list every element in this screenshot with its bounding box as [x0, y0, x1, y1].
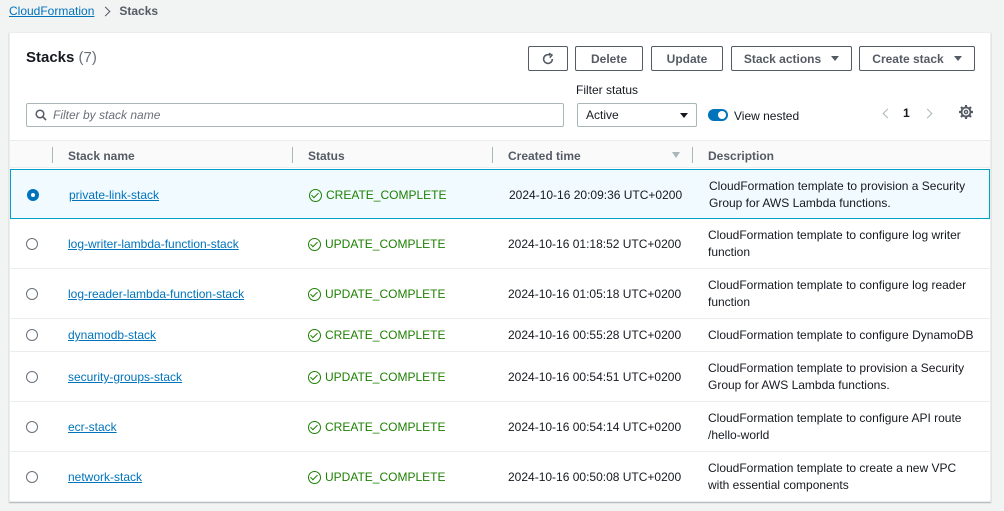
delete-button[interactable]: Delete	[575, 46, 643, 71]
column-divider	[52, 147, 53, 163]
table-row[interactable]: private-link-stack CREATE_COMPLETE 2024-…	[10, 169, 990, 219]
status-text: CREATE_COMPLETE	[325, 328, 446, 342]
check-circle-icon	[308, 420, 321, 434]
created-time: 2024-10-16 00:50:08 UTC+0200	[508, 470, 682, 484]
stack-name-link[interactable]: ecr-stack	[68, 420, 117, 434]
row-radio[interactable]	[26, 238, 38, 250]
status-cell: CREATE_COMPLETE	[308, 420, 445, 434]
table-row[interactable]: ecr-stack CREATE_COMPLETE 2024-10-16 00:…	[10, 402, 990, 452]
refresh-icon	[542, 52, 554, 64]
check-circle-icon	[308, 370, 321, 384]
row-radio[interactable]	[26, 471, 38, 483]
created-time: 2024-10-16 01:05:18 UTC+0200	[508, 287, 682, 301]
stack-name-link[interactable]: security-groups-stack	[68, 370, 182, 384]
created-time: 2024-10-16 20:09:36 UTC+0200	[509, 188, 683, 202]
row-radio[interactable]	[26, 288, 38, 300]
breadcrumb: CloudFormation Stacks	[9, 4, 158, 18]
stack-actions-button[interactable]: Stack actions	[731, 46, 852, 71]
table-row[interactable]: dynamodb-stack CREATE_COMPLETE 2024-10-1…	[10, 319, 990, 352]
description: CloudFormation template to configure API…	[708, 411, 962, 442]
created-time: 2024-10-16 00:54:14 UTC+0200	[508, 420, 682, 434]
check-circle-icon	[308, 237, 321, 251]
description: CloudFormation template to configure log…	[708, 228, 961, 259]
status-cell: CREATE_COMPLETE	[308, 328, 445, 342]
row-radio[interactable]	[26, 371, 38, 383]
current-page[interactable]: 1	[903, 106, 910, 120]
create-stack-label: Create stack	[872, 51, 944, 66]
column-divider[interactable]	[292, 147, 293, 163]
row-radio[interactable]	[26, 421, 38, 433]
caret-down-icon	[831, 56, 840, 61]
stack-name-link[interactable]: log-writer-lambda-function-stack	[68, 237, 239, 251]
status-text: UPDATE_COMPLETE	[325, 470, 446, 484]
row-radio[interactable]	[26, 329, 38, 341]
column-divider[interactable]	[692, 147, 693, 163]
created-time: 2024-10-16 00:55:28 UTC+0200	[508, 328, 682, 342]
column-header-description[interactable]: Description	[708, 149, 774, 163]
search-input[interactable]	[53, 108, 553, 122]
stack-actions-label: Stack actions	[743, 51, 822, 66]
view-nested-label: View nested	[734, 109, 800, 123]
next-page-icon[interactable]	[922, 108, 933, 118]
status-text: CREATE_COMPLETE	[325, 420, 446, 434]
refresh-button[interactable]	[528, 46, 568, 71]
table-row[interactable]: log-reader-lambda-function-stack UPDATE_…	[10, 269, 990, 319]
stack-name-link[interactable]: dynamodb-stack	[68, 328, 156, 342]
description: CloudFormation template to create a new …	[708, 461, 957, 492]
check-circle-icon	[309, 188, 322, 202]
filter-status-select[interactable]: Active	[577, 103, 697, 127]
gear-icon[interactable]	[958, 104, 974, 120]
update-button[interactable]: Update	[651, 46, 723, 71]
panel-title: Stacks (7)	[26, 49, 97, 66]
check-circle-icon	[308, 470, 321, 484]
check-circle-icon	[308, 328, 321, 342]
caret-down-icon	[680, 112, 688, 118]
check-circle-icon	[308, 287, 321, 301]
stack-count: (7)	[78, 49, 97, 66]
status-text: UPDATE_COMPLETE	[325, 287, 446, 301]
caret-down-icon	[953, 56, 962, 61]
sort-descending-icon[interactable]	[672, 152, 680, 158]
status-cell: UPDATE_COMPLETE	[308, 470, 445, 484]
stack-name-link[interactable]: log-reader-lambda-function-stack	[68, 287, 244, 301]
stack-name-link[interactable]: private-link-stack	[69, 188, 159, 202]
pagination: 1	[880, 103, 933, 123]
status-cell: UPDATE_COMPLETE	[308, 237, 445, 251]
status-cell: UPDATE_COMPLETE	[308, 370, 445, 384]
table-row[interactable]: security-groups-stack UPDATE_COMPLETE 20…	[10, 352, 990, 402]
created-time: 2024-10-16 01:18:52 UTC+0200	[508, 237, 682, 251]
create-stack-button[interactable]: Create stack	[859, 46, 975, 71]
table-header: Stack name Status Created time Descripti…	[10, 140, 990, 168]
column-divider[interactable]	[492, 147, 493, 163]
filter-status-value: Active	[586, 108, 619, 122]
previous-page-icon[interactable]	[882, 108, 893, 118]
description: CloudFormation template to provision a S…	[708, 361, 965, 392]
search-icon	[35, 109, 47, 121]
status-cell: UPDATE_COMPLETE	[308, 287, 445, 301]
stack-name-link[interactable]: network-stack	[68, 470, 142, 484]
breadcrumb-cloudformation-link[interactable]: CloudFormation	[9, 4, 94, 18]
status-text: UPDATE_COMPLETE	[325, 237, 446, 251]
status-text: CREATE_COMPLETE	[326, 188, 447, 202]
table-row[interactable]: log-writer-lambda-function-stack UPDATE_…	[10, 219, 990, 269]
status-text: UPDATE_COMPLETE	[325, 370, 446, 384]
table-row[interactable]: network-stack UPDATE_COMPLETE 2024-10-16…	[10, 452, 990, 502]
breadcrumb-current: Stacks	[119, 4, 159, 18]
description: CloudFormation template to configure Dyn…	[708, 328, 974, 342]
search-field[interactable]	[26, 103, 564, 127]
view-nested-toggle[interactable]	[708, 109, 728, 121]
stacks-panel: Stacks (7) Delete Update Stack actions C…	[9, 32, 991, 502]
description: CloudFormation template to configure log…	[708, 278, 967, 309]
column-header-stack-name[interactable]: Stack name	[68, 149, 135, 163]
panel-title-text: Stacks	[26, 49, 75, 66]
column-header-status[interactable]: Status	[308, 149, 345, 163]
row-radio[interactable]	[27, 189, 39, 201]
created-time: 2024-10-16 00:54:51 UTC+0200	[508, 370, 682, 384]
chevron-right-icon	[100, 6, 111, 16]
column-header-created-time[interactable]: Created time	[508, 149, 581, 163]
description: CloudFormation template to provision a S…	[709, 179, 966, 210]
status-cell: CREATE_COMPLETE	[309, 188, 446, 202]
filter-status-label: Filter status	[576, 83, 639, 97]
